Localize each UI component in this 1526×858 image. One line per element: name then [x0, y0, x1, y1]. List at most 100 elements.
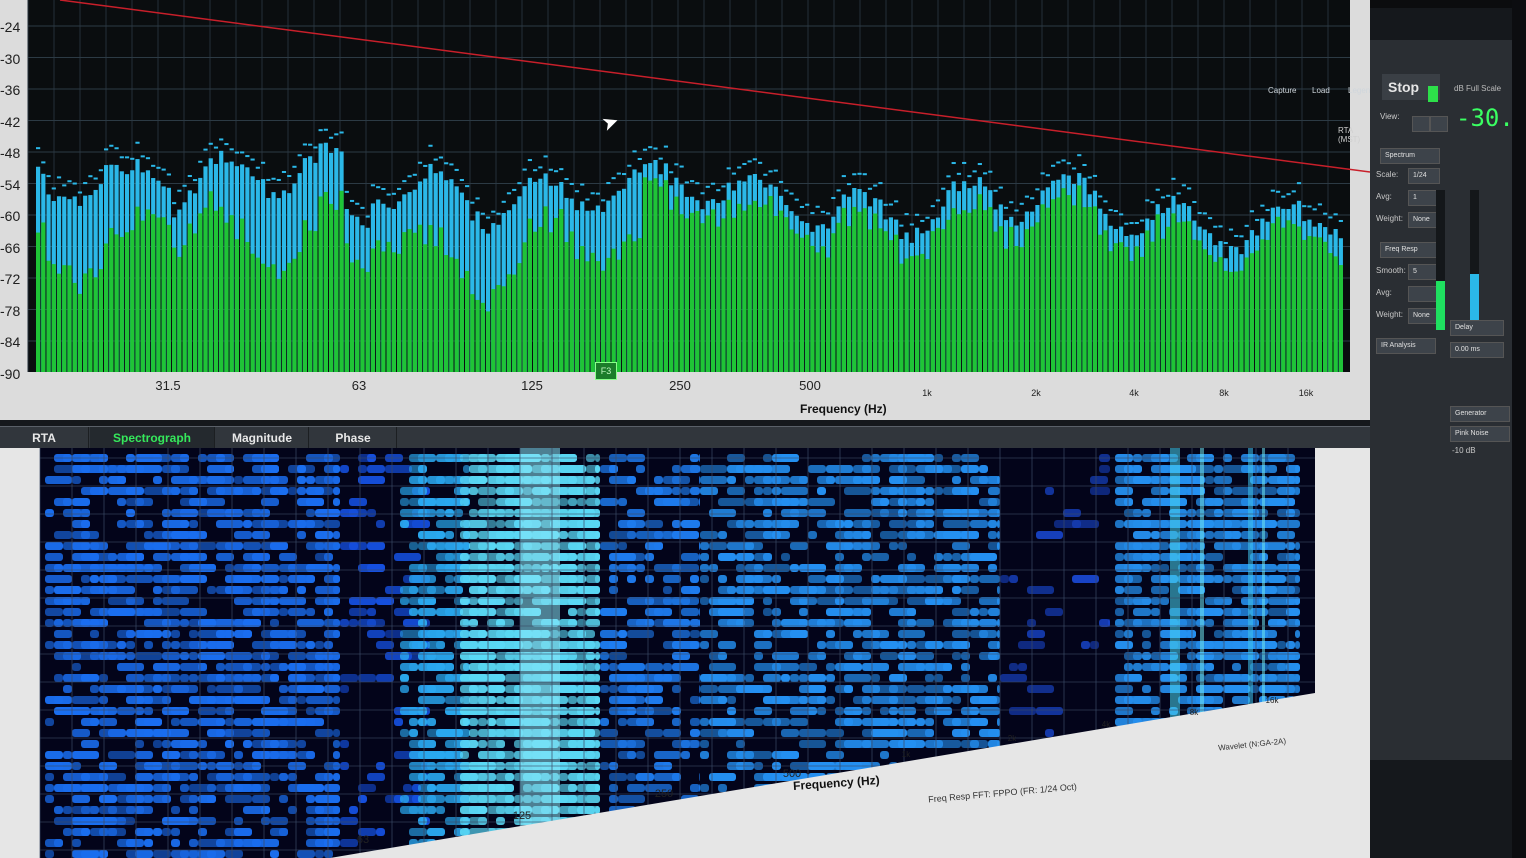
tab-phase[interactable]: Phase	[310, 427, 397, 449]
rta-rms-bar	[1296, 226, 1302, 372]
view-single-icon[interactable]	[1412, 116, 1430, 132]
rta-rms-bar	[397, 253, 402, 372]
spectrograph-cell	[225, 630, 234, 638]
spectrograph-cell	[826, 729, 844, 737]
rta-rms-bar	[355, 259, 360, 372]
tab-magnitude[interactable]: Magnitude	[216, 427, 309, 449]
spectrograph-cell	[745, 751, 772, 759]
tab-spectrograph[interactable]: Spectrograph	[90, 427, 215, 449]
rta-rms-bar	[543, 206, 548, 372]
rta-peak-hold	[449, 163, 454, 166]
spectrograph-cell	[595, 696, 600, 704]
rta-rms-bar	[982, 210, 988, 372]
spectrograph-cell	[699, 685, 700, 693]
spectrograph-cell	[99, 773, 126, 781]
spectrograph-cell	[1036, 707, 1063, 715]
spectrograph-cell	[700, 740, 709, 748]
spectrograph-cell	[324, 509, 340, 517]
weight2-label: Weight:	[1376, 310, 1403, 319]
rta-rms-bar	[56, 273, 62, 372]
delay-value-field[interactable]: 0.00 ms	[1450, 342, 1504, 358]
spectrograph-cell	[1268, 465, 1277, 473]
spectrograph-cell	[907, 740, 916, 748]
rta-peak-hold	[151, 164, 156, 167]
spectrograph-cell	[663, 608, 672, 616]
rta-peak-hold	[459, 178, 464, 181]
delay-section-button[interactable]: Delay	[1450, 320, 1504, 336]
spectrograph-cell	[970, 608, 979, 616]
capture-button[interactable]: Capture	[1268, 86, 1296, 95]
spectrum-section-button[interactable]: Spectrum	[1380, 148, 1440, 164]
rta-peak-hold	[1071, 167, 1077, 170]
rta-rms-bar	[836, 222, 841, 372]
rta-peak-hold	[1134, 221, 1139, 224]
rta-peak-hold	[1103, 200, 1108, 203]
spectrograph-cell	[1268, 575, 1286, 583]
rta-peak-hold	[1035, 188, 1040, 191]
spectrograph-cell	[216, 718, 225, 726]
rta-peak-hold	[705, 185, 710, 188]
rta-peak-hold	[988, 170, 993, 173]
spectrograph-cell	[108, 751, 135, 759]
spectrograph-cell	[817, 707, 826, 715]
spectrograph-cell	[144, 707, 153, 715]
spectrograph-cell	[153, 630, 162, 638]
spectrograph-cell	[1277, 498, 1286, 506]
spectrograph-cell	[306, 564, 333, 572]
rta-peak-hold	[1260, 204, 1265, 207]
spectrograph-cell	[1115, 630, 1124, 638]
rta-rms-bar	[1202, 249, 1207, 372]
rta-rms-bar	[721, 218, 726, 372]
monitor-bezel-right	[1512, 0, 1526, 858]
load-button[interactable]: Load	[1312, 86, 1330, 95]
spectrograph-cell	[445, 608, 454, 616]
spectrograph-cell	[171, 773, 180, 781]
spectrograph-cell	[790, 564, 799, 572]
rta-rms-bar	[972, 209, 977, 372]
generator-button[interactable]: Generator	[1450, 406, 1510, 422]
rta-peak-hold	[669, 171, 674, 174]
rta-rms-bar	[1166, 226, 1171, 372]
spectrograph-cell	[445, 586, 463, 594]
spectrograph-cell	[745, 476, 754, 484]
spectrograph-cell	[72, 729, 90, 737]
spectrograph-cell	[234, 685, 261, 693]
rta-peak-hold	[658, 157, 663, 160]
freq-resp-section-button[interactable]: Freq Resp	[1380, 242, 1440, 258]
spectrograph-cell	[234, 476, 243, 484]
pink-noise-select[interactable]: Pink Noise	[1450, 426, 1510, 442]
spectrograph-cell	[862, 520, 880, 528]
spectrograph-cell	[718, 575, 727, 583]
spectrograph-cell	[1090, 476, 1108, 484]
frequency-marker[interactable]: F3	[595, 362, 617, 380]
spectrograph-cell	[700, 784, 709, 792]
spectrograph-cell	[1027, 586, 1054, 594]
rta-rms-bar	[763, 204, 768, 372]
rta-peak-hold	[1302, 205, 1307, 208]
view-split-icon[interactable]	[1430, 116, 1448, 132]
spectrograph-cell	[90, 630, 99, 638]
spectrograph-cell	[595, 476, 600, 484]
tab-rta[interactable]: RTA	[0, 427, 89, 449]
spectrograph-cell	[1124, 674, 1142, 682]
rta-rms-bar	[553, 217, 559, 372]
rta-x-tick: 2k	[1031, 388, 1041, 398]
spectrograph-cell	[609, 685, 618, 693]
spectrograph-cell	[763, 509, 772, 517]
rta-rms-bar	[538, 226, 543, 372]
spectrograph-cell	[595, 498, 600, 506]
spectrograph-cell	[63, 828, 72, 836]
spectrograph-cell	[297, 575, 306, 583]
spectrograph-cell	[162, 630, 171, 638]
rta-rms-bar	[1040, 204, 1045, 372]
spectrograph-cell	[595, 465, 600, 473]
spectrograph-cell	[681, 608, 699, 616]
ir-analysis-button[interactable]: IR Analysis	[1376, 338, 1436, 354]
rta-rms-bar	[1113, 243, 1118, 372]
spectrograph-cell	[1295, 465, 1300, 473]
rta-rms-bar	[292, 258, 297, 372]
spectrograph-cell	[1036, 531, 1063, 539]
scale-select[interactable]: 1/24	[1408, 168, 1440, 184]
rta-rms-bar	[297, 252, 302, 372]
rta-peak-hold	[1234, 235, 1239, 238]
